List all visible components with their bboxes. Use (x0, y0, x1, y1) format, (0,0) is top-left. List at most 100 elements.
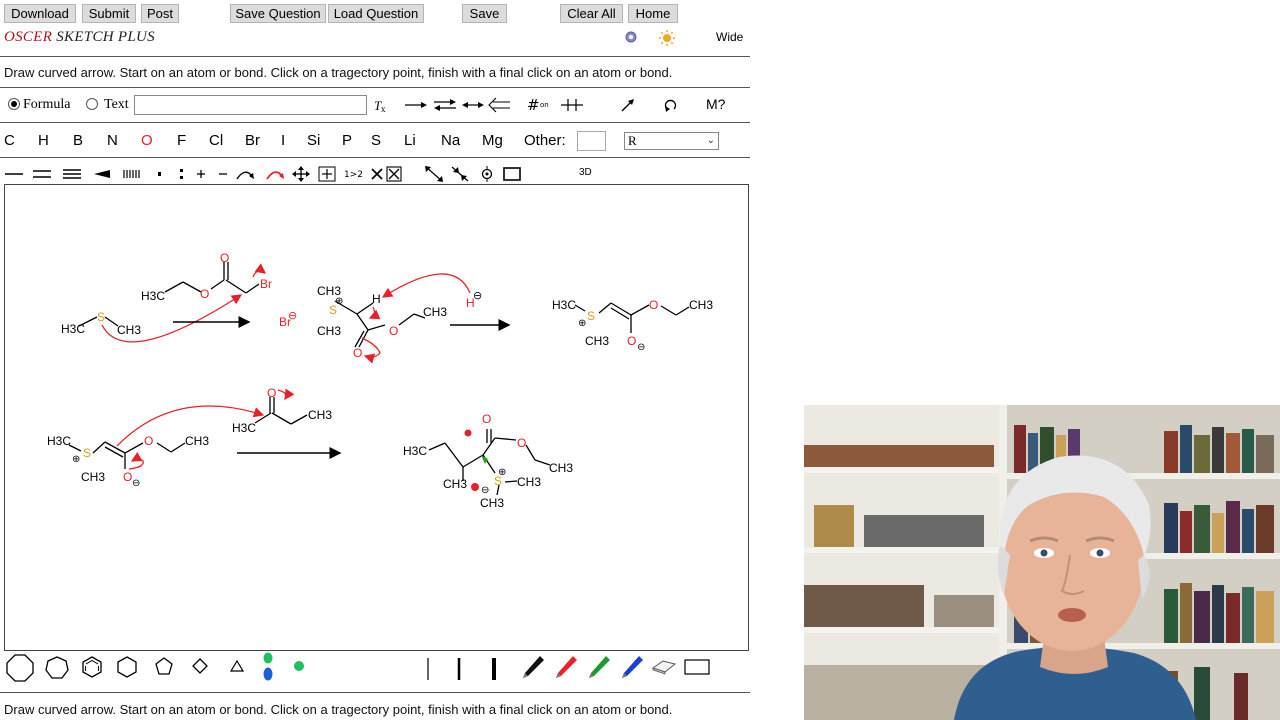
drawing-canvas[interactable]: H3C O O Br H3C S CH3 Br ⊖ CH3 ⊕ S H CH3 … (4, 184, 749, 651)
molecule-ylide-enolate-2[interactable]: H3C ⊕ S CH3 O CH3 O ⊖ (47, 405, 265, 489)
pen-arrow-icon[interactable] (620, 97, 636, 113)
save-button[interactable]: Save (462, 4, 507, 23)
r1-salt-s: S (329, 303, 337, 317)
divider (0, 692, 750, 693)
formula-radio[interactable] (8, 98, 20, 110)
element-mg[interactable]: Mg (482, 132, 503, 149)
double-curved-arrow-icon[interactable] (265, 166, 285, 182)
element-s[interactable]: S (371, 132, 381, 149)
double-bond-icon[interactable] (32, 167, 52, 181)
r1-salt-ch3-bot: CH3 (317, 324, 341, 338)
minus-charge-icon[interactable] (216, 167, 230, 181)
reaction-drawing: H3C O O Br H3C S CH3 Br ⊖ CH3 ⊕ S H CH3 … (47, 251, 713, 510)
element-na[interactable]: Na (441, 132, 460, 149)
hash-bond-icon[interactable] (122, 167, 142, 181)
wedge-bond-icon[interactable] (93, 167, 111, 181)
single-bond-icon[interactable] (4, 167, 24, 181)
other-label: Other: (524, 132, 566, 149)
rectangle-tool-icon[interactable] (684, 658, 710, 676)
submit-button[interactable]: Submit (82, 4, 136, 23)
eraser-icon[interactable] (651, 658, 677, 676)
element-b[interactable]: B (73, 132, 83, 149)
element-i[interactable]: I (281, 132, 285, 149)
molecule-bromo-ester[interactable]: H3C O O Br (141, 251, 272, 303)
molecule-betaine-product[interactable]: H3C O O CH3 CH3 ⊕ S CH3 CH3 ⊖ (403, 412, 573, 510)
numbering-icon[interactable]: 1>2 (343, 166, 365, 182)
thick-line-icon[interactable] (489, 656, 499, 682)
molecule-sulfonium-ester[interactable]: CH3 ⊕ S H CH3 O CH3 O (317, 273, 471, 364)
element-n[interactable]: N (107, 132, 118, 149)
element-c[interactable]: C (4, 132, 15, 149)
black-pen-icon[interactable] (520, 654, 546, 682)
rotate-tool-icon[interactable] (663, 96, 679, 114)
text-radio[interactable] (86, 98, 98, 110)
download-button[interactable]: Download (4, 4, 76, 23)
element-f[interactable]: F (177, 132, 186, 149)
equilibrium-arrow-icon[interactable] (433, 97, 457, 113)
contract-icon[interactable] (450, 165, 470, 183)
center-icon[interactable] (479, 166, 495, 182)
r1-bromide-charge: ⊖ (288, 310, 297, 322)
save-question-button[interactable]: Save Question (230, 4, 326, 23)
text-input[interactable] (134, 95, 367, 115)
green-pen-icon[interactable] (586, 654, 612, 682)
r2-enolate-ch3-end: CH3 (185, 434, 209, 448)
bond-break-icon[interactable] (560, 96, 584, 114)
plus-charge-icon[interactable] (194, 167, 208, 181)
hash-tool-icon[interactable]: # on (527, 96, 551, 114)
triangle-ring-icon[interactable] (230, 660, 244, 672)
single-curved-arrow-icon[interactable] (235, 166, 255, 182)
octagon-ring-icon[interactable] (5, 653, 35, 683)
retro-arrow-icon[interactable] (487, 97, 511, 113)
settings-icon[interactable] (622, 29, 640, 45)
two-dots-icon[interactable] (176, 167, 186, 181)
heptagon-ring-icon[interactable] (44, 655, 70, 681)
element-o[interactable]: O (141, 132, 153, 149)
square-ring-icon[interactable] (192, 658, 208, 674)
element-h[interactable]: H (38, 132, 49, 149)
other-element-input[interactable] (577, 131, 606, 151)
chain-tool-icon[interactable] (261, 652, 275, 682)
triple-bond-icon[interactable] (62, 167, 82, 181)
divider (0, 122, 750, 123)
text-format-icon[interactable]: T x (373, 96, 389, 114)
rectangle-icon[interactable] (503, 166, 521, 182)
load-question-button[interactable]: Load Question (328, 4, 424, 23)
thin-line-icon[interactable] (425, 656, 431, 682)
rgroup-select[interactable]: R ⌄ (624, 132, 719, 150)
blue-pen-icon[interactable] (619, 654, 645, 682)
clear-all-button[interactable]: Clear All (560, 4, 623, 23)
element-cl[interactable]: Cl (209, 132, 223, 149)
element-p[interactable]: P (342, 132, 352, 149)
home-button[interactable]: Home (628, 4, 678, 23)
logo-sketch-plus: SKETCH PLUS (56, 29, 155, 45)
benzene-ring-icon[interactable] (81, 655, 103, 679)
hydride-base[interactable]: H ⊖ (466, 290, 482, 310)
post-button[interactable]: Post (141, 4, 179, 23)
bromide-ion[interactable]: Br ⊖ (279, 310, 297, 329)
delete-icon[interactable] (370, 167, 384, 181)
r2-product-ch3-low: CH3 (443, 477, 467, 491)
dot-icon[interactable] (154, 167, 164, 181)
molecule-ylide-enolate[interactable]: H3C ⊕ S CH3 O CH3 O ⊖ (552, 298, 713, 353)
element-br[interactable]: Br (245, 132, 260, 149)
green-dot-icon[interactable] (293, 660, 305, 672)
single-arrow-icon[interactable] (404, 98, 428, 112)
select-icon[interactable] (318, 166, 336, 182)
resonance-arrow-icon[interactable] (461, 98, 485, 112)
element-li[interactable]: Li (404, 132, 416, 149)
sun-icon[interactable] (658, 29, 676, 47)
medium-line-icon[interactable] (455, 656, 463, 682)
pentagon-ring-icon[interactable] (154, 656, 174, 676)
element-si[interactable]: Si (307, 132, 320, 149)
expand-icon[interactable] (424, 165, 444, 183)
delete-box-icon[interactable] (386, 166, 402, 182)
status-message-top: Draw curved arrow. Start on an atom or b… (4, 65, 673, 80)
hexagon-ring-icon[interactable] (116, 655, 138, 679)
move-icon[interactable] (292, 166, 310, 182)
help-button[interactable]: M? (706, 96, 725, 112)
3d-button[interactable]: 3D (579, 167, 592, 178)
wide-toggle[interactable]: Wide (716, 30, 743, 44)
r2-enolate-o-ester: O (144, 434, 153, 448)
red-pen-icon[interactable] (553, 654, 579, 682)
